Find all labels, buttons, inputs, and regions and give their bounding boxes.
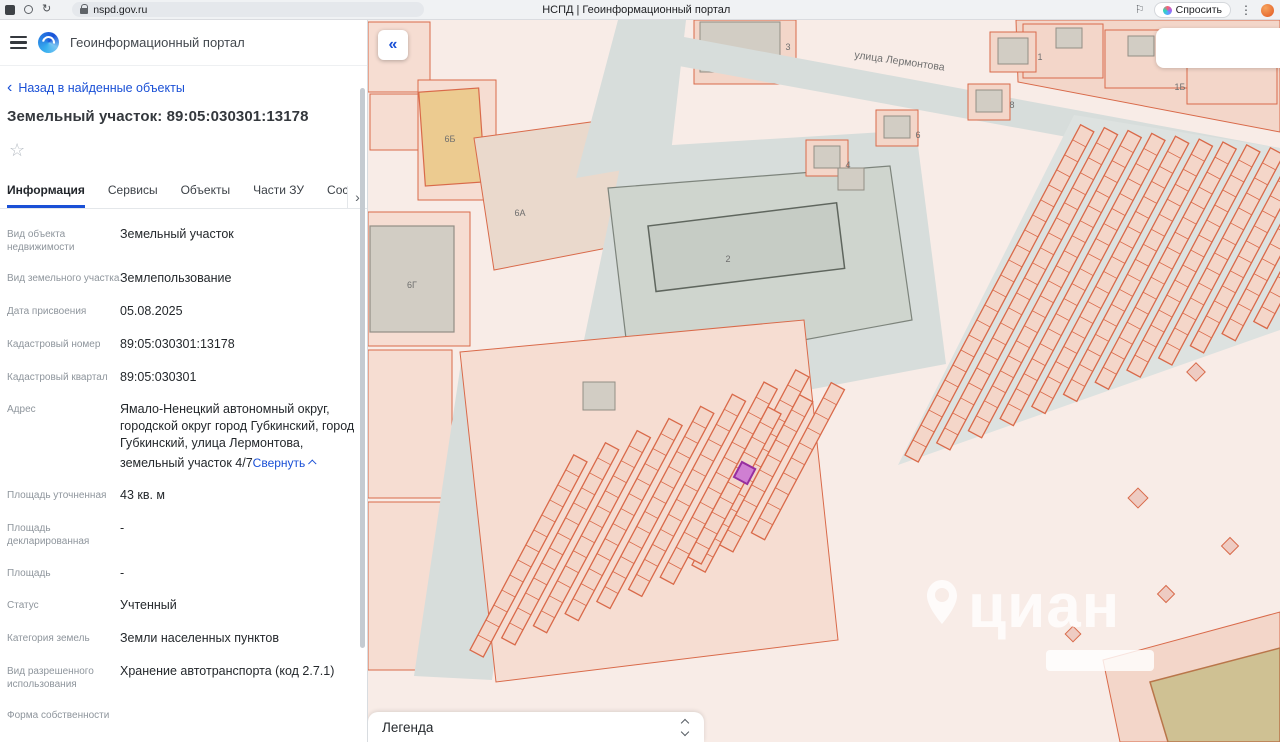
field-value: 89:05:030301:13178	[120, 336, 235, 351]
tab-Соста[interactable]: Соста	[327, 177, 347, 208]
field-row: Вид разрешенного использования Хранение а…	[7, 663, 355, 691]
field-value: -	[120, 521, 125, 536]
parcel-label: 1Б	[1175, 82, 1186, 92]
object-title: Земельный участок: 89:05:030301:13178	[7, 108, 309, 125]
ask-button[interactable]: Спросить	[1153, 2, 1231, 18]
menu-icon[interactable]	[10, 36, 27, 49]
field-label: Адрес	[7, 404, 36, 416]
parcel-label: 6А	[514, 208, 525, 218]
field-row: Кадастровый квартал 89:05:030301	[7, 369, 355, 386]
parcel-label: 3	[785, 42, 790, 52]
tab-Объекты[interactable]: Объекты	[181, 177, 231, 208]
field-label: Вид объекта недвижимости	[7, 229, 75, 254]
map-area[interactable]: 3 1 8 6 4 2 6А 6Б 6Г 1Б улица Лермонтова « циан Ле…	[368, 20, 1280, 742]
parcel-label: 6	[915, 130, 920, 140]
tab-Сервисы[interactable]: Сервисы	[108, 177, 158, 208]
parcel-label: 8	[1009, 100, 1014, 110]
favorite-star-icon[interactable]: ☆	[9, 140, 29, 161]
parcel-label: 4	[845, 160, 850, 170]
field-label: Категория земель	[7, 633, 90, 644]
parcel-label: 2	[725, 254, 730, 264]
collapse-address-link[interactable]: Свернуть	[253, 455, 317, 471]
field-row: Кадастровый номер 89:05:030301:13178	[7, 336, 355, 353]
field-row: Категория земель Земли населенных пунктов	[7, 630, 355, 647]
field-label: Вид земельного участка	[7, 273, 120, 285]
legend-title: Легенда	[382, 719, 434, 735]
field-row: Адрес Ямало-Ненецкий автономный округ, го…	[7, 401, 355, 471]
tabs-row: ИнформацияСервисыОбъектыЧасти ЗУСоста ›	[0, 177, 367, 209]
parcel-label: 1	[1037, 52, 1042, 62]
field-label: Форма собственности	[7, 710, 110, 722]
panel-collapse-button[interactable]: «	[378, 30, 408, 60]
field-value: Земельный участок	[120, 227, 234, 241]
field-row: Площадь уточненная 43 кв. м	[7, 487, 355, 504]
address-bar[interactable]: nspd.gov.ru	[72, 2, 425, 17]
field-value: 89:05:030301	[120, 369, 197, 384]
field-row: Форма собственности	[7, 707, 355, 722]
chevron-left-icon: ‹	[7, 79, 13, 96]
field-label: Дата присвоения	[7, 306, 87, 318]
browser-avatar[interactable]	[1261, 3, 1274, 17]
url-text: nspd.gov.ru	[93, 3, 148, 16]
field-label: Статус	[7, 600, 39, 612]
field-row: Дата присвоения 05.08.2025	[7, 303, 355, 320]
field-row: Площадь -	[7, 565, 355, 582]
map-search-panel[interactable]	[1156, 28, 1280, 68]
field-value: Хранение автотранспорта (код 2.7.1)	[120, 663, 335, 678]
tabs: Информация Сервисы Объекты Части ЗУ Соста	[7, 177, 347, 208]
field-label: Площадь уточненная	[7, 490, 107, 502]
panel-scrollbar[interactable]	[360, 88, 365, 648]
tab-Части ЗУ[interactable]: Части ЗУ	[253, 177, 304, 208]
field-row: Вид земельного участка Землепользование	[7, 270, 355, 287]
field-label: Площадь декларированная	[7, 523, 90, 548]
object-attributes: Вид объекта недвижимости Земельный участо…	[0, 209, 367, 722]
field-value: Учтенный	[120, 598, 177, 613]
field-label: Вид разрешенного использования	[7, 665, 94, 690]
field-value: 05.08.2025	[120, 304, 183, 319]
field-row: Площадь декларированная -	[7, 520, 355, 548]
field-label: Площадь	[7, 567, 51, 579]
field-value: 43 кв. м	[120, 488, 166, 503]
field-value: -	[120, 565, 125, 580]
nspd-logo-icon[interactable]	[38, 32, 59, 53]
field-value: Земли населенных пунктов	[120, 631, 279, 645]
browser-menu-icon[interactable]: ⋮	[1240, 3, 1252, 17]
field-value: Ямало-Ненецкий автономный округ, городск…	[120, 402, 355, 471]
panel-header: Геоинформационный портал	[0, 20, 367, 66]
bookmark-icon[interactable]: ⚐	[1135, 4, 1145, 16]
field-label: Кадастровый квартал	[7, 371, 108, 383]
browser-page-title: НСПД | Геоинформационный портал	[542, 3, 731, 16]
parcel-label: 6Г	[407, 280, 417, 290]
info-panel: Геоинформационный портал ‹ Назад в найде…	[0, 20, 368, 742]
portal-title: Геоинформационный портал	[70, 35, 245, 50]
cadastral-map[interactable]: 3186426А6Б6Г1Булица Лермонтова	[368, 20, 1280, 742]
ask-sparkle-icon	[1162, 5, 1172, 15]
browser-tab-icon[interactable]	[5, 4, 15, 15]
lock-icon	[80, 3, 89, 14]
field-row: Вид объекта недвижимости Земельный участо…	[7, 226, 355, 254]
back-link[interactable]: ‹ Назад в найденные объекты	[7, 79, 367, 96]
field-label: Кадастровый номер	[7, 338, 101, 350]
caret-up-icon	[308, 459, 317, 468]
field-value: Землепользование	[120, 271, 232, 286]
parcel-label: 6Б	[445, 134, 456, 144]
field-row: Статус Учтенный	[7, 597, 355, 614]
tab-Информация[interactable]: Информация	[7, 177, 85, 208]
browser-bar: ↻ nspd.gov.ru НСПД | Геоинформационный п…	[0, 0, 1280, 20]
browser-profile-icon[interactable]	[24, 5, 33, 14]
reload-icon[interactable]: ↻	[42, 4, 51, 15]
legend-bar[interactable]: Легенда	[368, 712, 704, 742]
legend-toggle-icon[interactable]	[680, 718, 690, 737]
